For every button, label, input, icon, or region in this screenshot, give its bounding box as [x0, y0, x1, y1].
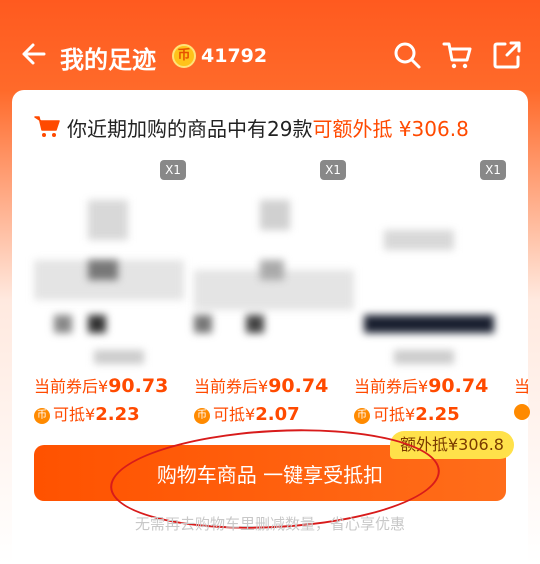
quantity-badge: X1	[480, 160, 506, 180]
page-title: 我的足迹	[60, 46, 156, 74]
search-icon[interactable]	[392, 40, 422, 70]
quantity-badge: X1	[320, 160, 346, 180]
offset-label: 可抵	[373, 405, 406, 424]
price-value: 90.74	[428, 375, 489, 397]
footer-hint: 无需再去购物车里删减数量，省心享优惠	[134, 515, 405, 533]
cart-icon[interactable]	[442, 40, 472, 70]
currency-symbol: ¥	[258, 377, 269, 396]
share-icon[interactable]	[492, 40, 522, 70]
price-after-coupon: 当前券后¥90.73	[34, 373, 168, 397]
coin-icon-small: 币	[354, 407, 370, 424]
quantity-badge: X1	[160, 160, 186, 180]
price-value: 90.73	[108, 375, 169, 397]
coin-offset: 币可抵¥2.23	[34, 401, 140, 425]
offset-label: 可抵	[213, 405, 246, 424]
product-image[interactable]	[194, 160, 354, 370]
price-prefix: 当前券后	[354, 377, 419, 396]
currency-symbol: ¥	[405, 405, 416, 424]
price-after-coupon: 当前券后¥90.74	[354, 373, 488, 397]
offset-value: 2.07	[255, 404, 300, 425]
currency-symbol: ¥	[98, 377, 109, 396]
back-arrow-icon[interactable]	[18, 38, 50, 70]
offset-value: 2.23	[95, 404, 140, 425]
offset-value: 2.25	[415, 404, 460, 425]
promo-count-text: 你近期加购的商品中有29款	[67, 117, 313, 141]
coin-icon: 币	[172, 44, 196, 68]
coin-offset-partial	[514, 401, 533, 420]
promo-text: 你近期加购的商品中有29款可额外抵 ¥306.8	[67, 113, 469, 142]
coin-icon-small: 币	[194, 407, 210, 424]
price-value: 90.74	[268, 375, 329, 397]
price-prefix: 当前券后	[34, 377, 99, 396]
product-image[interactable]	[34, 160, 184, 370]
currency-symbol: ¥	[85, 405, 96, 424]
coin-icon-small	[514, 403, 530, 420]
currency-symbol: ¥	[245, 405, 256, 424]
currency-symbol: ¥	[418, 377, 429, 396]
price-prefix: 当前券后	[194, 377, 259, 396]
price-after-coupon: 当前券后¥90.74	[194, 373, 328, 397]
coin-offset: 币可抵¥2.07	[194, 401, 300, 425]
coin-icon-small: 币	[34, 407, 50, 424]
product-image[interactable]	[354, 160, 502, 370]
offset-label: 可抵	[53, 405, 86, 424]
coin-count: 41792	[201, 45, 268, 67]
cart-icon-small	[34, 116, 60, 137]
coin-offset: 币可抵¥2.25	[354, 401, 460, 425]
header-bar: 我的足迹 币 41792	[0, 0, 540, 90]
promo-highlight: 可额外抵 ¥306.8	[312, 117, 469, 141]
partial-price: 当	[514, 377, 531, 396]
